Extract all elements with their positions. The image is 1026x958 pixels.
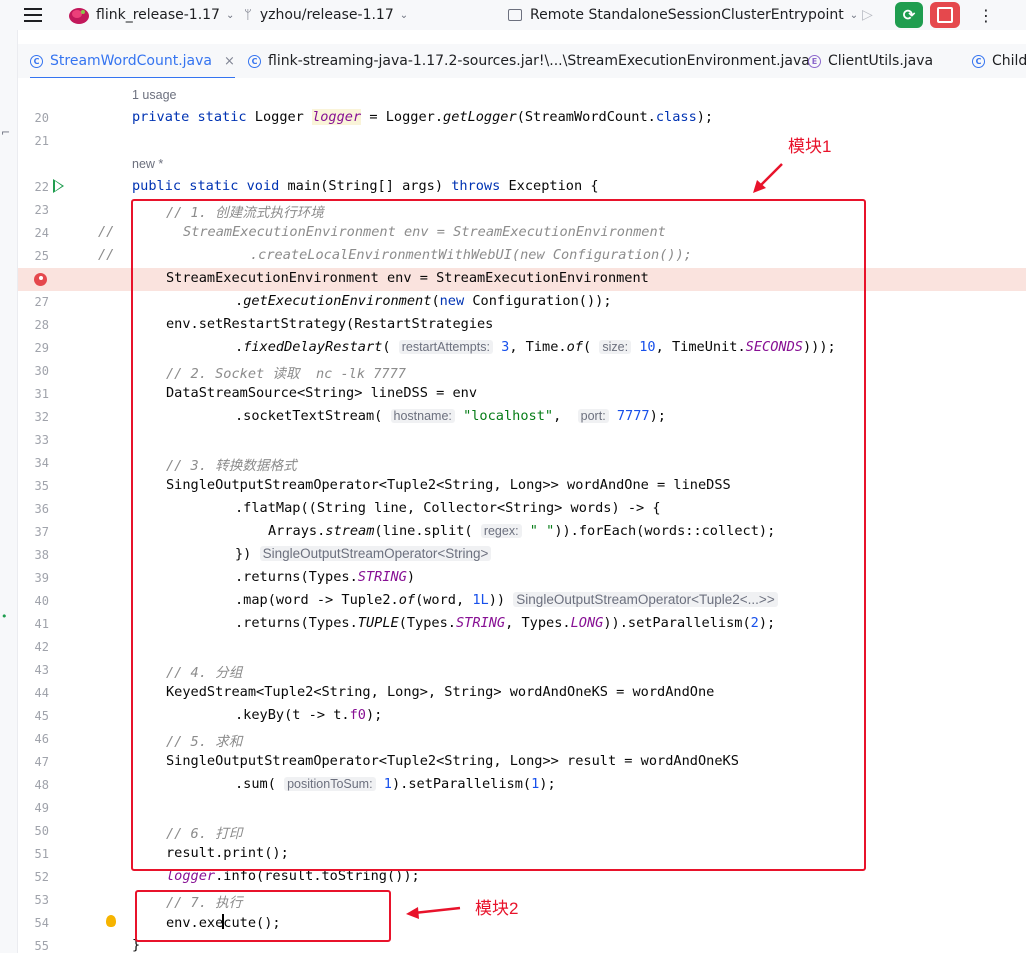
line-comment-marker: //: [98, 224, 115, 240]
code-line: 21: [18, 130, 1026, 153]
line-number: 23: [34, 203, 49, 217]
line-number: 48: [34, 778, 49, 792]
chevron-down-icon: ⌄: [399, 9, 409, 21]
line-number: 37: [34, 525, 49, 539]
code-text: public static void main(String[] args) t…: [132, 178, 599, 194]
line-number: 46: [34, 732, 49, 746]
line-number: 50: [34, 824, 49, 838]
strip-tool-icon[interactable]: ⌐: [1, 126, 10, 139]
run-config-name: Remote StandaloneSessionClusterEntrypoin…: [530, 7, 844, 23]
tab-client-utils[interactable]: E ClientUtils.java: [808, 44, 933, 78]
code-text: private static Logger logger = Logger.ge…: [132, 109, 714, 125]
line-number: 25: [34, 249, 49, 263]
line-number: 51: [34, 847, 49, 861]
run-gutter-icon[interactable]: [53, 179, 64, 193]
line-number: 28: [34, 318, 49, 332]
line-number: 29: [34, 341, 49, 355]
line-number: 24: [34, 226, 49, 240]
run-button[interactable]: ▷: [862, 0, 873, 30]
stop-button[interactable]: [930, 2, 960, 28]
module1-label: 模块1: [788, 137, 832, 156]
code-line: 22 public static void main(String[] args…: [18, 176, 1026, 199]
line-number: 33: [34, 433, 49, 447]
author-hint[interactable]: new *: [132, 157, 163, 171]
class-icon: C: [972, 54, 985, 68]
lightbulb-icon[interactable]: [106, 915, 116, 927]
line-number: 44: [34, 686, 49, 700]
line-number: 52: [34, 870, 49, 884]
title-bar: flink_release-1.17 ⌄ ᛘ yzhou/release-1.1…: [0, 0, 1026, 30]
line-number: 55: [34, 939, 49, 953]
tab-child[interactable]: C Child: [972, 44, 1026, 78]
module1-arrow: [753, 163, 783, 193]
line-number: 30: [34, 364, 49, 378]
line-number: 38: [34, 548, 49, 562]
stop-icon: [937, 7, 953, 23]
branch-icon: ᛘ: [244, 7, 252, 23]
chevron-down-icon: ⌄: [225, 9, 235, 21]
debug-rerun-button[interactable]: ⟳: [895, 2, 923, 28]
more-actions-icon[interactable]: ⋮: [978, 0, 994, 30]
module2-arrow: [406, 906, 461, 919]
module1-highlight-box: [131, 199, 866, 871]
branch-selector[interactable]: ᛘ yzhou/release-1.17 ⌄: [244, 0, 408, 30]
branch-name: yzhou/release-1.17: [259, 7, 394, 23]
module2-highlight-box: [135, 890, 391, 942]
line-number: 21: [34, 134, 49, 148]
line-number: 22: [34, 180, 49, 194]
run-config-selector[interactable]: Remote StandaloneSessionClusterEntrypoin…: [508, 0, 858, 30]
line-number: 45: [34, 709, 49, 723]
line-number: 34: [34, 456, 49, 470]
tab-label: flink-streaming-java-1.17.2-sources.jar!…: [268, 53, 810, 69]
usage-hint[interactable]: 1 usage: [132, 88, 176, 102]
line-number: 41: [34, 617, 49, 631]
tab-streamwordcount[interactable]: C StreamWordCount.java ×: [30, 44, 235, 79]
project-selector[interactable]: flink_release-1.17 ⌄: [68, 0, 234, 30]
code-line: 20 private static Logger logger = Logger…: [18, 107, 1026, 130]
line-number: 36: [34, 502, 49, 516]
main-menu-icon[interactable]: [24, 0, 42, 30]
line-number: 39: [34, 571, 49, 585]
editor-tab-bar: C StreamWordCount.java × C flink-streami…: [18, 44, 1026, 79]
line-number: 40: [34, 594, 49, 608]
close-icon[interactable]: ×: [224, 54, 235, 69]
tab-label: StreamWordCount.java: [50, 53, 212, 69]
debug-icon: ⟳: [902, 6, 916, 24]
left-tool-strip: ⌐ •: [0, 30, 18, 953]
tab-label: ClientUtils.java: [828, 53, 934, 69]
class-icon: C: [30, 54, 43, 68]
line-number: 42: [34, 640, 49, 654]
line-number: 32: [34, 410, 49, 424]
breakpoint-icon[interactable]: [34, 273, 47, 286]
project-name: flink_release-1.17: [96, 7, 220, 23]
class-icon: C: [248, 54, 261, 68]
line-number: 54: [34, 916, 49, 930]
strip-commit-icon[interactable]: •: [1, 610, 8, 623]
line-number: 53: [34, 893, 49, 907]
line-comment-marker: //: [98, 247, 115, 263]
flink-logo-icon: [69, 8, 89, 24]
module2-label: 模块2: [475, 899, 519, 918]
line-number: 27: [34, 295, 49, 309]
line-number: 35: [34, 479, 49, 493]
line-number: 47: [34, 755, 49, 769]
run-config-icon: [508, 9, 522, 21]
enum-icon: E: [808, 54, 821, 68]
chevron-down-icon: ⌄: [849, 9, 859, 21]
line-number: 31: [34, 387, 49, 401]
tab-stream-execution-environment[interactable]: C flink-streaming-java-1.17.2-sources.ja…: [248, 44, 810, 78]
line-number: 49: [34, 801, 49, 815]
line-number: 20: [34, 111, 49, 125]
line-number: 43: [34, 663, 49, 677]
tab-label: Child: [992, 53, 1026, 69]
